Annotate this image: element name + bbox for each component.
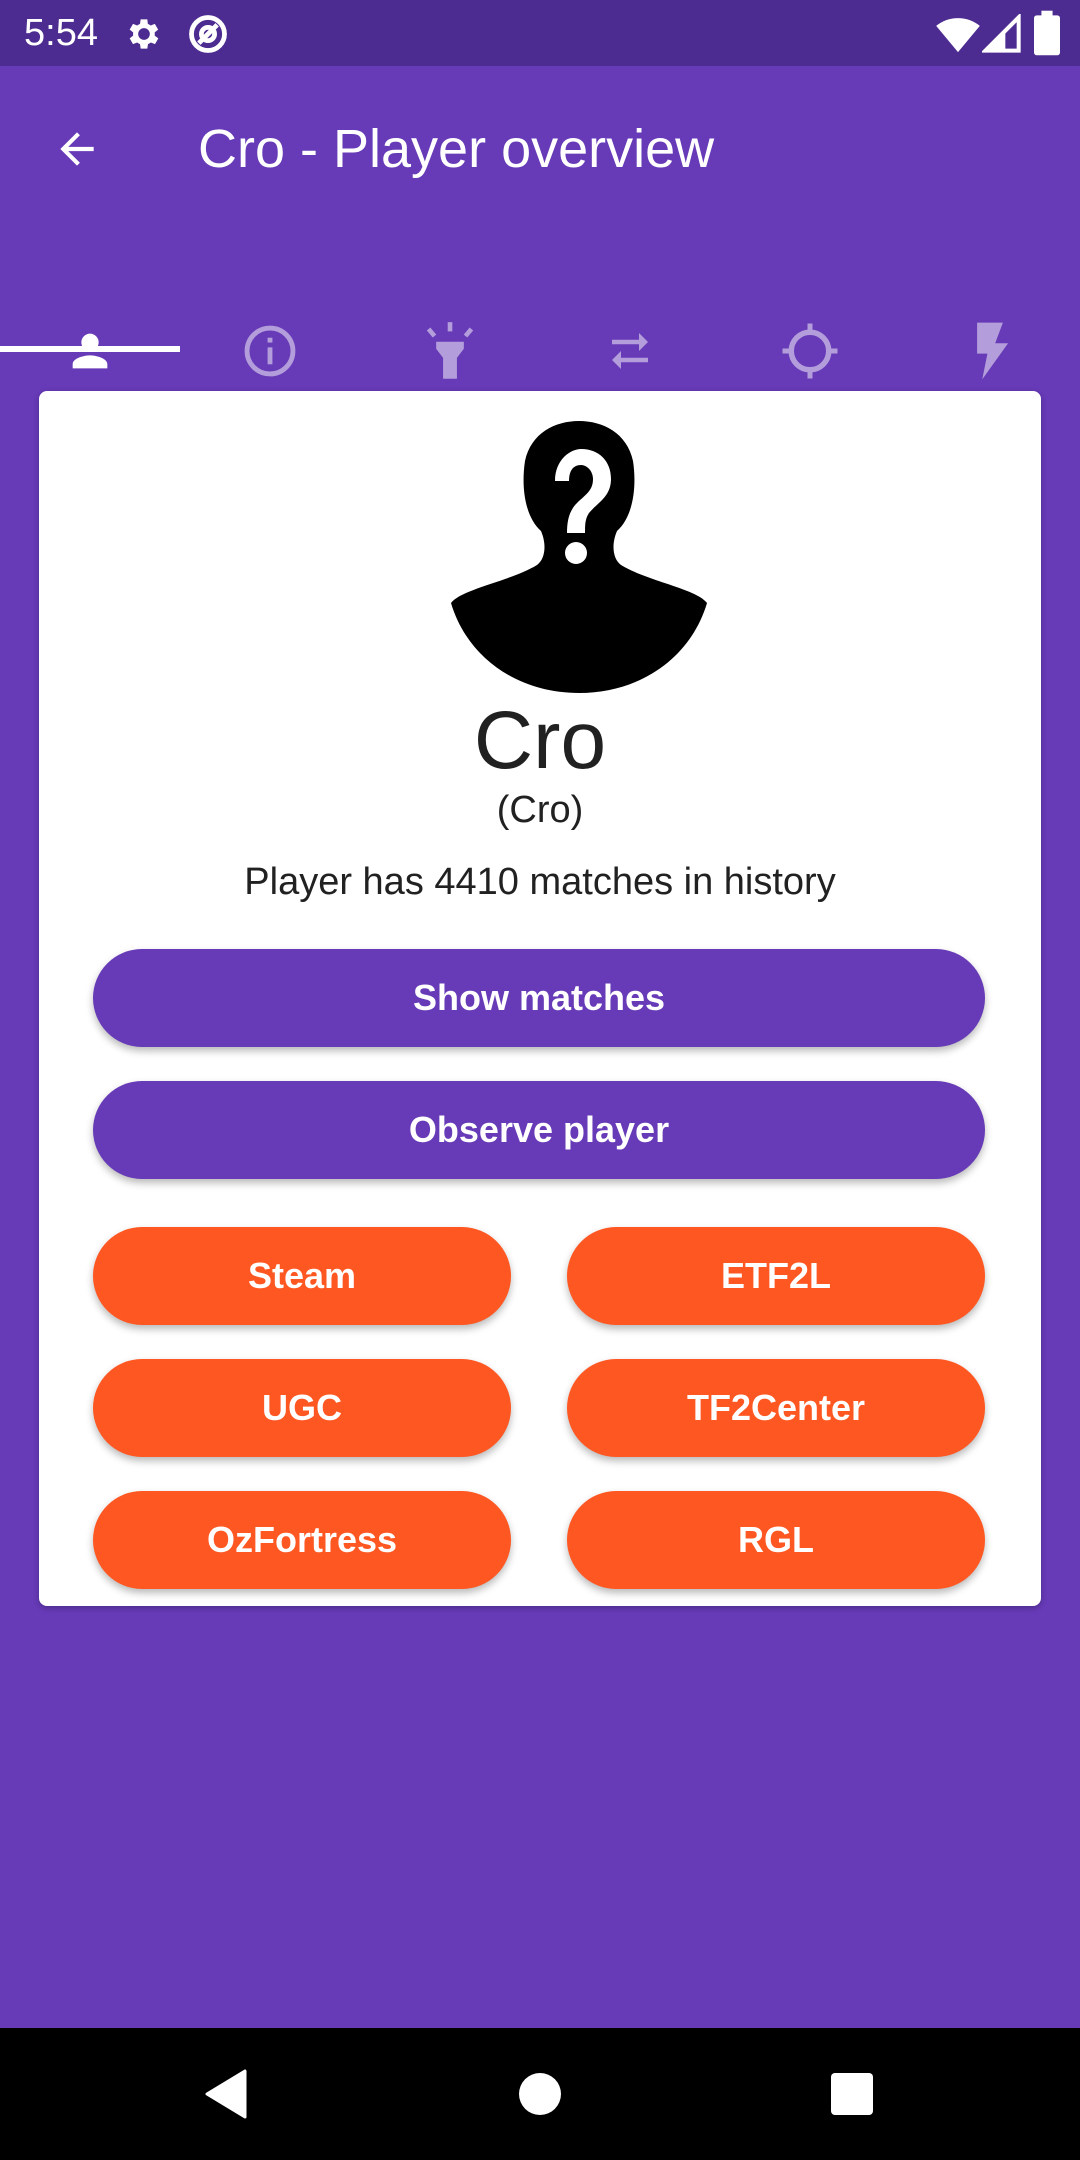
unknown-person-avatar: [451, 421, 707, 693]
battery-icon: [1034, 10, 1060, 61]
crosshair-icon: [780, 321, 840, 386]
nav-home-button[interactable]: [492, 2048, 588, 2144]
etf2l-button[interactable]: ETF2L: [567, 1227, 985, 1325]
show-matches-button[interactable]: Show matches: [93, 949, 985, 1047]
matches-count-text: Player has 4410 matches in history: [244, 861, 836, 903]
status-time: 5:54: [24, 12, 98, 54]
back-button[interactable]: [36, 110, 118, 192]
player-name: Cro: [473, 695, 607, 786]
rgl-button[interactable]: RGL: [567, 1491, 985, 1589]
signal-icon: [980, 12, 1022, 59]
flashlight-icon: [422, 321, 478, 386]
app-bar: Cro - Player overview: [0, 66, 1080, 379]
ozfortress-button[interactable]: OzFortress: [93, 1491, 511, 1589]
player-card: Cro (Cro) Player has 4410 matches in his…: [39, 391, 1041, 1606]
tf2center-button[interactable]: TF2Center: [567, 1359, 985, 1457]
back-triangle-icon: [203, 2069, 249, 2124]
person-icon: [64, 325, 116, 382]
nav-back-button[interactable]: [178, 2048, 274, 2144]
recents-square-icon: [830, 2072, 874, 2121]
info-icon: [241, 322, 299, 385]
wifi-icon: [936, 14, 980, 59]
steam-button[interactable]: Steam: [93, 1227, 511, 1325]
ugc-button[interactable]: UGC: [93, 1359, 511, 1457]
player-alias: (Cro): [496, 789, 584, 831]
gear-icon: [124, 14, 164, 59]
system-nav-bar: [0, 2028, 1080, 2160]
nav-recents-button[interactable]: [804, 2048, 900, 2144]
home-circle-icon: [518, 2072, 562, 2121]
status-bar: 5:54: [0, 0, 1080, 66]
tab-indicator: [0, 346, 180, 352]
lightning-icon: [967, 320, 1013, 387]
page-title: Cro - Player overview: [198, 119, 715, 179]
arrow-left-icon: [52, 124, 102, 179]
at-sign-icon: [186, 12, 230, 61]
observe-player-button[interactable]: Observe player: [93, 1081, 985, 1179]
swap-icon: [603, 324, 657, 383]
